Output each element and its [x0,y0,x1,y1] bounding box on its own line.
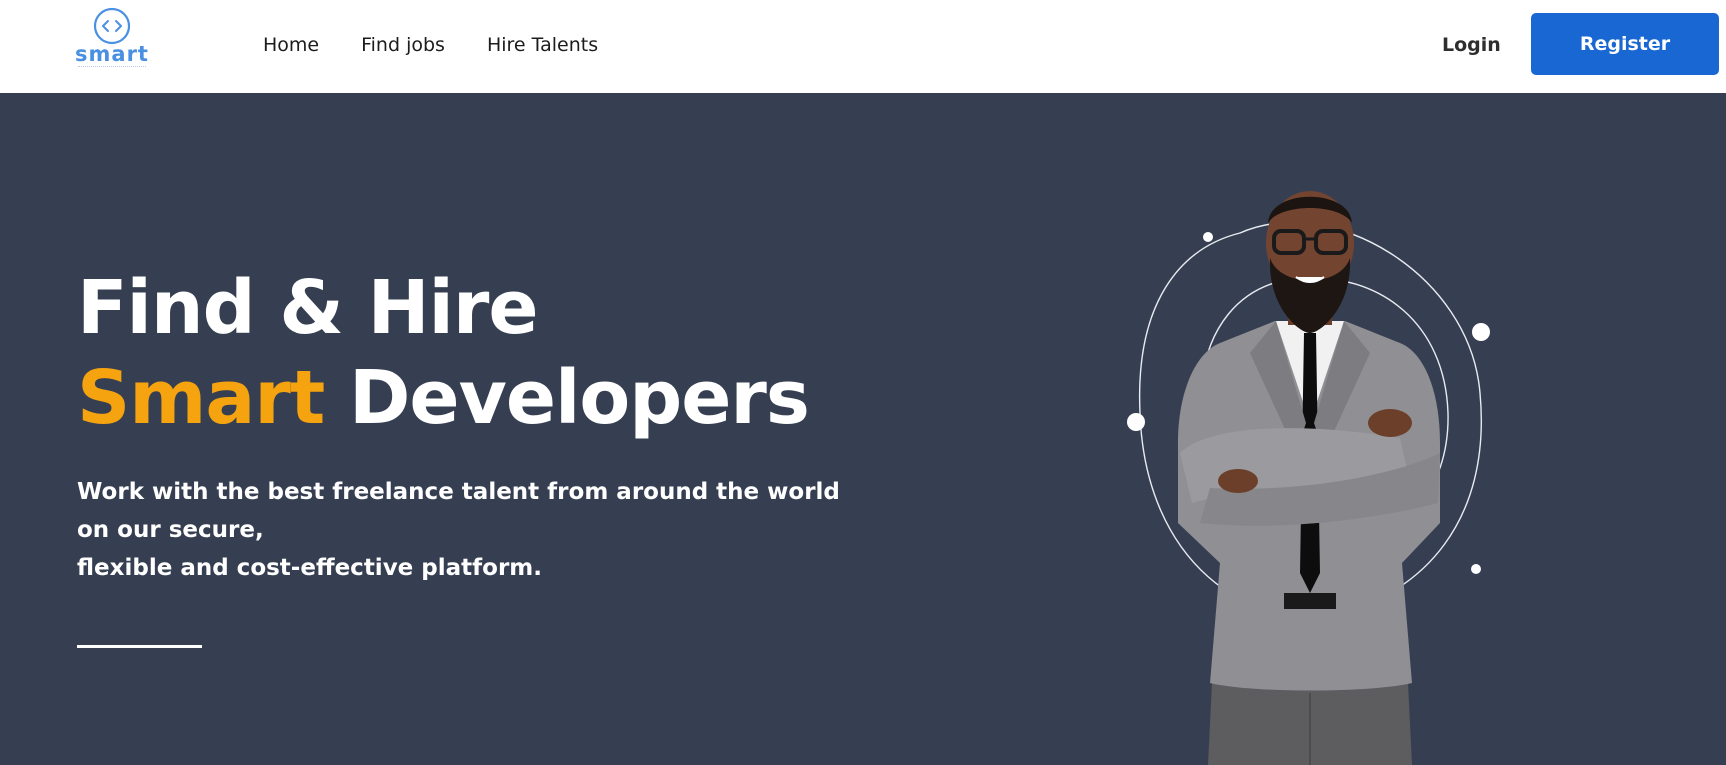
hero-title-accent: Smart [77,355,325,441]
register-button[interactable]: Register [1531,13,1719,75]
navbar: smart Home Find jobs Hire Talents Login … [0,0,1726,93]
code-brackets-icon [93,7,131,45]
hero-subtitle: Work with the best freelance talent from… [77,473,857,587]
hero-title: Find & Hire Smart Developers [77,263,977,443]
hero-subtitle-line3: flexible and cost-effective platform. [77,555,543,581]
hero-title-rest: Developers [348,355,810,441]
hero-subtitle-line1: Work with the best freelance talent from… [77,479,840,505]
brand-name: smart [75,42,149,66]
hero-divider [77,645,202,648]
person-in-suit-illustration [1178,191,1440,765]
main-nav: Home Find jobs Hire Talents [263,30,640,60]
hero-title-line1: Find & Hire [77,265,539,351]
nav-link-home[interactable]: Home [263,30,319,60]
nav-link-hire-talents[interactable]: Hire Talents [487,30,598,60]
hero-illustration [1100,93,1520,765]
brand-tagline-decoration [78,66,146,69]
hero-section: Find & Hire Smart Developers Work with t… [0,93,1726,765]
login-link[interactable]: Login [1442,30,1501,60]
hero-subtitle-line2: on our secure, [77,517,264,543]
nav-link-find-jobs[interactable]: Find jobs [361,30,445,60]
brand-logo[interactable]: smart [70,6,154,70]
